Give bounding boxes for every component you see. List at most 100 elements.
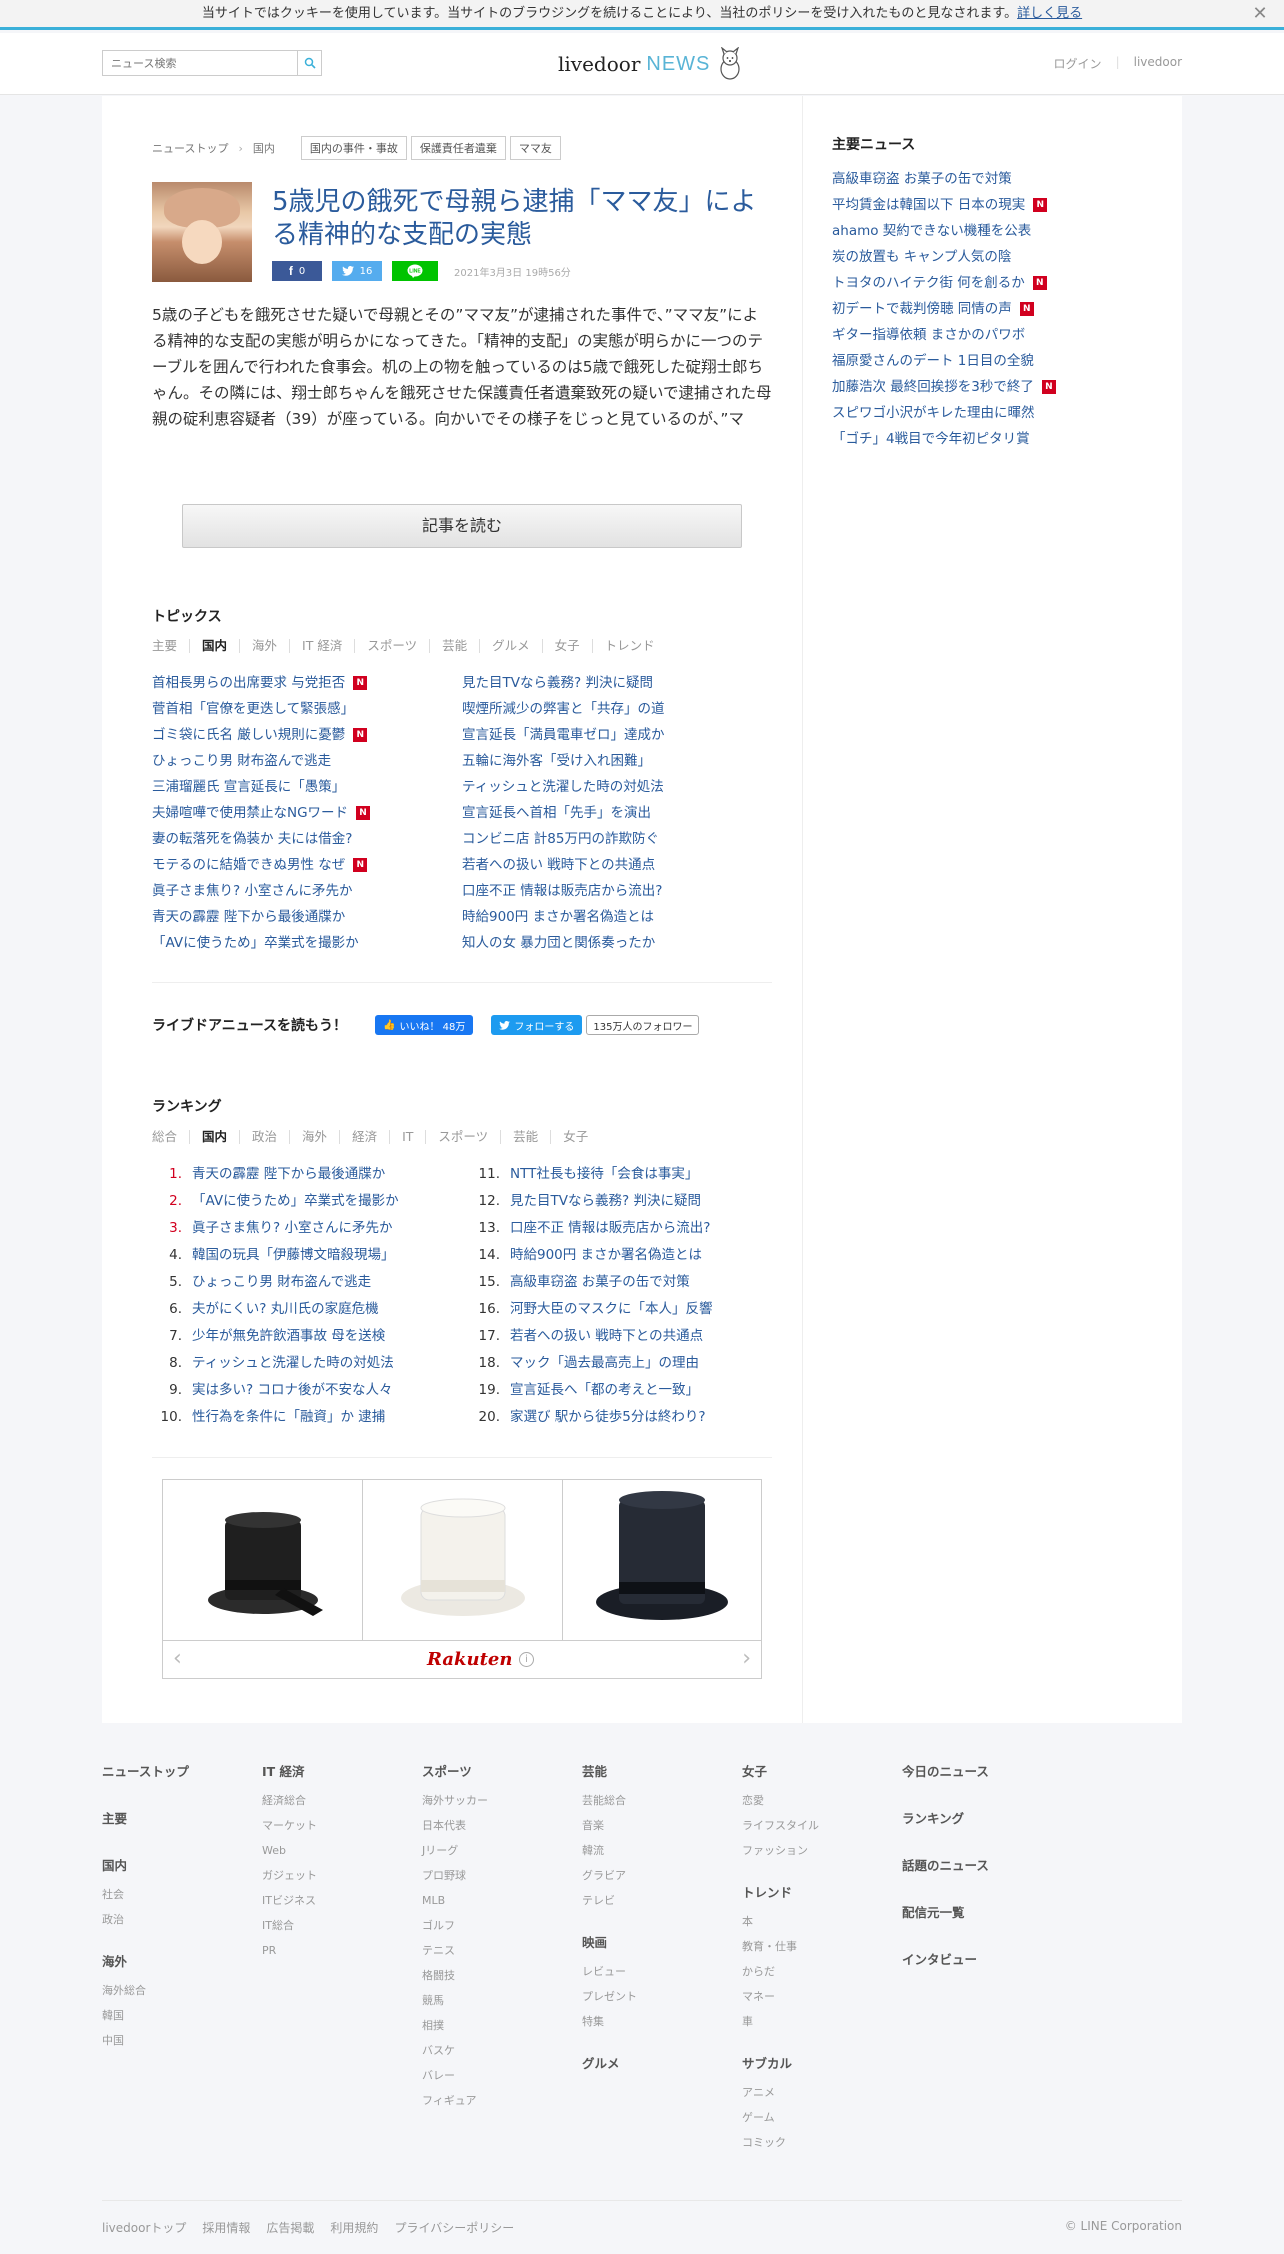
- footer-link[interactable]: 広告掲載: [266, 2219, 314, 2236]
- topic-item[interactable]: 喫煙所減少の弊害と「共存」の道: [462, 696, 772, 722]
- footer-sublink[interactable]: マネー: [742, 1990, 902, 2004]
- ranking-item[interactable]: 12. 見た目TVなら義務? 判決に疑問: [470, 1188, 772, 1215]
- ranking-item[interactable]: 7. 少年が無免許飲酒事故 母を送検: [152, 1323, 470, 1350]
- ranking-item[interactable]: 11. NTT社長も接待「会食は事実」: [470, 1161, 772, 1188]
- topic-item[interactable]: 時給900円 まさか署名偽造とは: [462, 904, 772, 930]
- footer-sublink[interactable]: ガジェット: [262, 1869, 422, 1883]
- topics-tab[interactable]: 海外: [239, 639, 289, 653]
- footer-heading[interactable]: トレンド: [742, 1882, 902, 1901]
- footer-sublink[interactable]: 海外サッカー: [422, 1794, 582, 1808]
- chevron-right-icon[interactable]: ›: [742, 1647, 751, 1671]
- sidebar-news-item[interactable]: 炭の放置も キャンプ人気の陰: [832, 244, 1162, 270]
- ranking-tab[interactable]: 経済: [339, 1130, 389, 1144]
- login-link[interactable]: ログイン: [1054, 55, 1102, 72]
- footer-link[interactable]: プライバシーポリシー: [394, 2219, 514, 2236]
- topic-item[interactable]: ひょっこり男 財布盗んで逃走: [152, 748, 462, 774]
- topic-item[interactable]: 「AVに使うため」卒業式を撮影か: [152, 930, 462, 956]
- topics-tab[interactable]: スポーツ: [354, 639, 429, 653]
- footer-sublink[interactable]: プロ野球: [422, 1869, 582, 1883]
- sidebar-news-item[interactable]: 「ゴチ」4戦目で今年初ピタリ賞: [832, 426, 1162, 452]
- sidebar-news-item[interactable]: 福原愛さんのデート 1日目の全貌: [832, 348, 1162, 374]
- topic-item[interactable]: 妻の転落死を偽装か 夫には借金?: [152, 826, 462, 852]
- footer-link[interactable]: 利用規約: [330, 2219, 378, 2236]
- topics-tab[interactable]: グルメ: [479, 639, 542, 653]
- twitter-follow-button[interactable]: フォローする: [491, 1015, 583, 1035]
- footer-sublink[interactable]: レビュー: [582, 1965, 742, 1979]
- footer-sublink[interactable]: 本: [742, 1915, 902, 1929]
- footer-sublink[interactable]: 社会: [102, 1888, 262, 1902]
- facebook-share-button[interactable]: f 0: [272, 261, 322, 281]
- ad-item[interactable]: [363, 1480, 563, 1640]
- ranking-item[interactable]: 8. ティッシュと洗濯した時の対処法: [152, 1350, 470, 1377]
- chevron-left-icon[interactable]: ‹: [173, 1647, 182, 1671]
- topic-item[interactable]: 三浦瑠麗氏 宣言延長に「愚策」: [152, 774, 462, 800]
- sidebar-news-item[interactable]: トヨタのハイテク街 何を創るか N: [832, 270, 1162, 296]
- footer-sublink[interactable]: 中国: [102, 2034, 262, 2048]
- ranking-item[interactable]: 3. 眞子さま焦り? 小室さんに矛先か: [152, 1215, 470, 1242]
- ranking-tab[interactable]: 国内: [189, 1130, 239, 1144]
- article-title[interactable]: 5歳児の餓死で母親ら逮捕「ママ友」による精神的な支配の実態: [272, 186, 772, 252]
- ranking-item[interactable]: 6. 夫がにくい? 丸川氏の家庭危機: [152, 1296, 470, 1323]
- footer-sublink[interactable]: ゲーム: [742, 2111, 902, 2125]
- topic-item[interactable]: 首相長男らの出席要求 与党拒否 N: [152, 670, 462, 696]
- footer-sublink[interactable]: 音楽: [582, 1819, 742, 1833]
- ranking-tab[interactable]: 海外: [289, 1130, 339, 1144]
- breadcrumb-domestic[interactable]: 国内: [253, 140, 275, 156]
- footer-sublink[interactable]: 格闘技: [422, 1969, 582, 1983]
- footer-sublink[interactable]: 日本代表: [422, 1819, 582, 1833]
- sidebar-news-item[interactable]: 初デートで裁判傍聴 同情の声 N: [832, 296, 1162, 322]
- footer-heading[interactable]: 話題のニュース: [902, 1855, 1062, 1874]
- ranking-item[interactable]: 14. 時給900円 まさか署名偽造とは: [470, 1242, 772, 1269]
- footer-sublink[interactable]: からだ: [742, 1965, 902, 1979]
- footer-heading[interactable]: 主要: [102, 1808, 262, 1827]
- footer-heading[interactable]: ランキング: [902, 1808, 1062, 1827]
- ad-item[interactable]: [563, 1480, 763, 1640]
- livedoor-link[interactable]: livedoor: [1134, 55, 1182, 72]
- footer-sublink[interactable]: 車: [742, 2015, 902, 2029]
- rakuten-logo[interactable]: Rakuten: [427, 1649, 512, 1670]
- ranking-item[interactable]: 9. 実は多い? コロナ後が不安な人々: [152, 1377, 470, 1404]
- ranking-tab[interactable]: IT: [389, 1130, 425, 1144]
- topics-tab[interactable]: トレンド: [591, 639, 667, 653]
- footer-sublink[interactable]: テレビ: [582, 1894, 742, 1908]
- footer-heading[interactable]: 今日のニュース: [902, 1761, 1062, 1780]
- tag-incident[interactable]: 国内の事件・事故: [300, 136, 407, 160]
- ranking-tab[interactable]: 女子: [550, 1130, 600, 1144]
- close-icon[interactable]: ✕: [1250, 4, 1270, 24]
- sidebar-news-item[interactable]: 平均賃金は韓国以下 日本の現実 N: [832, 192, 1162, 218]
- sidebar-news-item[interactable]: スピワゴ小沢がキレた理由に暉然: [832, 400, 1162, 426]
- footer-sublink[interactable]: Jリーグ: [422, 1844, 582, 1858]
- footer-sublink[interactable]: ファッション: [742, 1844, 902, 1858]
- footer-sublink[interactable]: 韓国: [102, 2009, 262, 2023]
- footer-sublink[interactable]: テニス: [422, 1944, 582, 1958]
- ranking-item[interactable]: 5. ひょっこり男 財布盗んで逃走: [152, 1269, 470, 1296]
- footer-sublink[interactable]: 海外総合: [102, 1984, 262, 1998]
- ranking-item[interactable]: 1. 青天の霹靂 陛下から最後通牒か: [152, 1161, 470, 1188]
- topics-tab[interactable]: 主要: [152, 639, 189, 653]
- footer-sublink[interactable]: ITビジネス: [262, 1894, 422, 1908]
- footer-heading[interactable]: 配信元一覧: [902, 1902, 1062, 1921]
- footer-sublink[interactable]: グラビア: [582, 1869, 742, 1883]
- ranking-item[interactable]: 19. 宣言延長へ「都の考えと一致」: [470, 1377, 772, 1404]
- read-article-button[interactable]: 記事を読む: [182, 504, 742, 548]
- topic-item[interactable]: モテるのに結婚できぬ男性 なぜ N: [152, 852, 462, 878]
- cookie-more-link[interactable]: 詳しく見る: [1017, 6, 1082, 21]
- tag-mama-tomo[interactable]: ママ友: [509, 136, 561, 160]
- footer-link[interactable]: livedoorトップ: [102, 2219, 186, 2236]
- footer-heading[interactable]: 国内: [102, 1855, 262, 1874]
- footer-heading[interactable]: 芸能: [582, 1761, 742, 1780]
- footer-heading[interactable]: 映画: [582, 1932, 742, 1951]
- footer-sublink[interactable]: 韓流: [582, 1844, 742, 1858]
- footer-sublink[interactable]: マーケット: [262, 1819, 422, 1833]
- topics-tab[interactable]: 国内: [189, 639, 239, 653]
- topic-item[interactable]: 見た目TVなら義務? 判決に疑問: [462, 670, 772, 696]
- topic-item[interactable]: ティッシュと洗濯した時の対処法: [462, 774, 772, 800]
- line-share-button[interactable]: LINE: [392, 261, 438, 281]
- footer-heading[interactable]: IT 経済: [262, 1761, 422, 1780]
- topic-item[interactable]: 五輪に海外客「受け入れ困難」: [462, 748, 772, 774]
- ranking-item[interactable]: 16. 河野大臣のマスクに「本人」反響: [470, 1296, 772, 1323]
- sidebar-news-item[interactable]: 加藤浩次 最終回挨拶を3秒で終了 N: [832, 374, 1162, 400]
- topic-item[interactable]: 菅首相「官僚を更迭して緊張感」: [152, 696, 462, 722]
- ad-item[interactable]: [163, 1480, 363, 1640]
- topic-item[interactable]: 知人の女 暴力団と関係奏ったか: [462, 930, 772, 956]
